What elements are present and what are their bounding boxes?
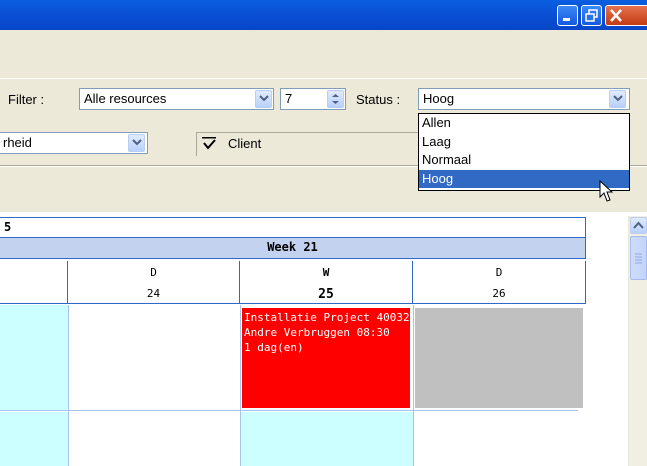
appointment-block[interactable]: Installatie Project 40032 I Andre Verbru…	[242, 308, 410, 408]
minimize-button[interactable]	[557, 5, 578, 26]
scroll-up-button[interactable]	[630, 217, 647, 234]
title-bar	[0, 0, 647, 30]
status-option[interactable]: Normaal	[419, 151, 629, 170]
mouse-cursor-icon	[599, 180, 614, 202]
chevron-down-icon	[259, 95, 269, 102]
appointment-title: Installatie Project 40032 I	[244, 311, 410, 324]
minimize-icon	[563, 18, 570, 21]
filter-dropdown-button[interactable]	[255, 90, 272, 108]
scroll-thumb[interactable]	[630, 236, 647, 280]
divider	[68, 305, 69, 466]
chevron-down-icon	[613, 95, 623, 102]
week-header: Week 21	[0, 238, 586, 259]
day-cell[interactable]	[0, 412, 68, 466]
status-option[interactable]: Laag	[419, 133, 629, 152]
client-label[interactable]: Client	[228, 136, 261, 151]
status-option[interactable]: Allen	[419, 114, 629, 133]
menu-bar	[0, 30, 647, 78]
close-icon	[610, 9, 622, 22]
client-group: Client	[196, 132, 418, 156]
day-header-today[interactable]: W 25	[240, 261, 413, 304]
vertical-scrollbar[interactable]	[628, 216, 647, 466]
month-header: 5	[0, 217, 586, 238]
filter-dropdown[interactable]: Alle resources	[79, 88, 274, 110]
month-header-label: 5	[4, 220, 12, 234]
status-option-selected[interactable]: Hoog	[419, 169, 629, 188]
resource-type-dropdown-button[interactable]	[128, 134, 145, 152]
day-number: 26	[492, 287, 506, 300]
day-letter: W	[322, 266, 330, 279]
number-value: 7	[285, 91, 293, 106]
restore-icon	[585, 9, 598, 22]
day-cell[interactable]	[0, 305, 68, 410]
filter-label: Filter :	[8, 92, 45, 107]
divider	[0, 78, 647, 79]
appointment-person-time: Andre Verbruggen 08:30	[244, 326, 390, 339]
close-button[interactable]	[605, 5, 647, 26]
status-value: Hoog	[423, 91, 455, 106]
day-number: 24	[146, 287, 161, 300]
up-down-arrows-icon	[332, 94, 339, 104]
day-letter: D	[495, 266, 503, 279]
status-dropdown[interactable]: Hoog	[418, 88, 630, 110]
restore-button[interactable]	[581, 5, 602, 26]
divider	[0, 410, 578, 411]
filter-value: Alle resources	[84, 91, 167, 106]
chevron-down-icon	[132, 139, 142, 146]
day-header[interactable]: D 26	[413, 261, 586, 304]
day-cell[interactable]	[241, 412, 413, 466]
calendar-grid: 5 Week 21 D 24 W 25 D 26 Installatie Pro…	[0, 212, 647, 466]
status-label: Status :	[356, 92, 401, 107]
resource-type-dropdown[interactable]: rheid	[0, 132, 148, 154]
grip-icon	[635, 253, 642, 264]
stepper-buttons[interactable]	[327, 90, 344, 108]
day-header[interactable]: D 24	[68, 261, 240, 304]
status-dropdown-button[interactable]	[609, 90, 626, 108]
divider	[413, 305, 414, 466]
day-number: 25	[318, 287, 334, 302]
chevron-up-icon	[633, 221, 644, 229]
resource-type-value: rheid	[3, 135, 32, 150]
appointment-duration: 1 dag(en)	[244, 341, 304, 354]
week-label: Week 21	[267, 240, 318, 254]
checkmark-icon[interactable]	[201, 137, 219, 151]
blocked-day-cell[interactable]	[415, 308, 583, 408]
day-letter: D	[150, 266, 157, 279]
day-header-blank	[0, 261, 68, 304]
